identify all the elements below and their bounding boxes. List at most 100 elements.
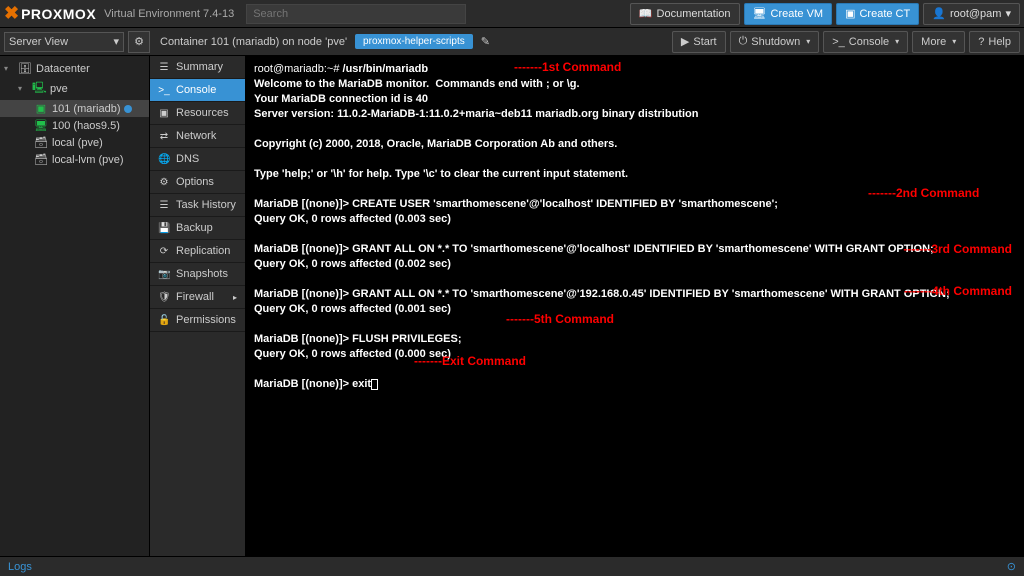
tab-summary[interactable]: ☰ Summary [150, 56, 245, 79]
create-ct-button[interactable]: ▣Create CT [836, 3, 919, 25]
tab-label: Resources [176, 107, 229, 119]
tab-snapshots[interactable]: 📷 Snapshots [150, 263, 245, 286]
power-icon: ⏻ [739, 35, 748, 48]
edit-icon[interactable]: ✎ [481, 35, 490, 48]
tree-storage-locallvm[interactable]: 🗃local-lvm (pve) [0, 151, 149, 168]
console-label: Console [849, 36, 889, 48]
tree-datacenter[interactable]: ▾ 🗄 Datacenter [0, 60, 149, 77]
console-button[interactable]: >_Console▾ [823, 31, 908, 53]
start-label: Start [693, 36, 716, 48]
console-line: MariaDB [(none)]> exit [254, 378, 371, 390]
tag-badge[interactable]: proxmox-helper-scripts [355, 34, 473, 49]
terminal-icon: >_ [158, 85, 170, 96]
tab-label: Snapshots [176, 268, 228, 280]
shutdown-button[interactable]: ⏻Shutdown ▾ [730, 31, 820, 53]
collapse-icon[interactable]: ⊙ [1007, 560, 1016, 573]
tree-storage-local[interactable]: 🗃 local (pve) [0, 134, 149, 151]
create-vm-label: Create VM [771, 8, 824, 20]
tab-label: Backup [176, 222, 213, 234]
tab-label: Console [176, 84, 216, 96]
disk-icon: 🗃 [34, 153, 48, 166]
tab-firewall[interactable]: 🛡Firewall▸ [150, 286, 245, 309]
annotation-1st: -------1st Command [514, 60, 621, 74]
tree-label: 100 (haos9.5) [52, 120, 120, 132]
tab-label: DNS [176, 153, 199, 165]
caret-icon: ▾ [4, 64, 14, 73]
shutdown-label: Shutdown [751, 36, 800, 48]
tree-label: local (pve) [52, 137, 103, 149]
chevron-down-icon: ▾ [806, 37, 810, 46]
network-icon: ⇄ [158, 131, 170, 142]
command-text: /usr/bin/mariadb [343, 63, 429, 75]
tree-label: pve [50, 83, 68, 95]
main-area: ▾ 🗄 Datacenter ▾🖳pve ▣101 (mariadb) 🖥 100 (… [0, 56, 1024, 556]
tree-label: Datacenter [36, 63, 90, 75]
gear-icon: ⚙ [134, 35, 144, 48]
camera-icon: 📷 [158, 269, 170, 280]
tab-label: Summary [176, 61, 223, 73]
help-label: Help [988, 36, 1011, 48]
server-icon: 🗄 [18, 62, 32, 75]
settings-button[interactable]: ⚙ [128, 31, 150, 53]
search-input[interactable] [246, 4, 466, 24]
logs-bar[interactable]: Logs ⊙ [0, 556, 1024, 576]
console-line: Query OK, 0 rows affected (0.003 sec) [254, 213, 451, 225]
console-line: Query OK, 0 rows affected (0.002 sec) [254, 258, 451, 270]
tree-vm-100[interactable]: 🖥 100 (haos9.5) [0, 117, 149, 134]
console-output: root@mariadb:~# /usr/bin/mariadb Welcome… [246, 56, 1024, 398]
help-icon: ? [978, 36, 984, 48]
console-line: Copyright (c) 2000, 2018, Oracle, MariaD… [254, 138, 617, 150]
logo-text: PROXMOX [21, 6, 96, 22]
documentation-button[interactable]: 📖Documentation [630, 3, 740, 25]
console-line: Your MariaDB connection id is 40 [254, 93, 428, 105]
annotation-3rd: -------3rd Command [903, 242, 1012, 256]
create-vm-button[interactable]: 🖥 Create VM [744, 3, 833, 25]
tab-backup[interactable]: 💾 Backup [150, 217, 245, 240]
save-icon: 💾 [158, 223, 170, 234]
chevron-down-icon: ▾ [952, 37, 956, 46]
monitor-icon: 🖥 [753, 7, 767, 20]
tab-label: Options [176, 176, 214, 188]
help-button[interactable]: ? Help [969, 31, 1020, 53]
view-selector-label: Server View [9, 36, 68, 48]
tab-permissions[interactable]: 🔓Permissions [150, 309, 245, 332]
tab-resources[interactable]: ▣Resources [150, 102, 245, 125]
tab-task-history[interactable]: ☰Task History [150, 194, 245, 217]
tab-network[interactable]: ⇄ Network [150, 125, 245, 148]
globe-icon: 🌐 [158, 154, 170, 165]
user-icon: 👤 [932, 7, 946, 20]
console-line: Server version: 11.0.2-MariaDB-1:11.0.2+… [254, 108, 698, 120]
prompt: root@mariadb:~# [254, 63, 343, 75]
logs-label: Logs [8, 561, 32, 573]
summary-icon: ☰ [158, 62, 170, 73]
tab-dns[interactable]: 🌐 DNS [150, 148, 245, 171]
env-label: Virtual Environment 7.4-13 [104, 8, 234, 20]
disk-icon: 🗃 [34, 136, 48, 149]
tree-node-pve[interactable]: ▾🖳pve [0, 77, 149, 100]
top-header: ✖ PROXMOX Virtual Environment 7.4-13 📖Do… [0, 0, 1024, 28]
tab-console[interactable]: >_ Console [150, 79, 245, 102]
tab-label: Network [176, 130, 216, 142]
tab-replication[interactable]: ⟳Replication [150, 240, 245, 263]
console-line: MariaDB [(none)]> CREATE USER 'smarthome… [254, 198, 778, 210]
more-button[interactable]: More▾ [912, 31, 965, 53]
chevron-down-icon: ▾ [1005, 7, 1011, 20]
terminal-icon: >_ [832, 36, 845, 48]
tab-options[interactable]: ⚙ Options [150, 171, 245, 194]
lock-icon: 🔓 [158, 315, 170, 326]
user-menu[interactable]: 👤 root@pam ▾ [923, 3, 1020, 25]
list-icon: ☰ [158, 200, 170, 211]
documentation-label: Documentation [657, 8, 731, 20]
tree-ct-101[interactable]: ▣101 (mariadb) [0, 100, 149, 117]
start-button[interactable]: ▶Start [672, 31, 726, 53]
tab-label: Replication [176, 245, 230, 257]
console-line: Query OK, 0 rows affected (0.001 sec) [254, 303, 451, 315]
side-tabs: ☰ Summary >_ Console ▣Resources ⇄ Network 🌐… [150, 56, 246, 556]
console-line: MariaDB [(none)]> FLUSH PRIVILEGES; [254, 333, 462, 345]
monitor-icon: 🖥 [34, 119, 48, 132]
gear-icon: ⚙ [158, 177, 170, 188]
view-selector[interactable]: Server View▾ [4, 32, 124, 52]
console-panel[interactable]: root@mariadb:~# /usr/bin/mariadb Welcome… [246, 56, 1024, 556]
shield-icon: 🛡 [158, 292, 170, 303]
user-label: root@pam [950, 8, 1002, 20]
